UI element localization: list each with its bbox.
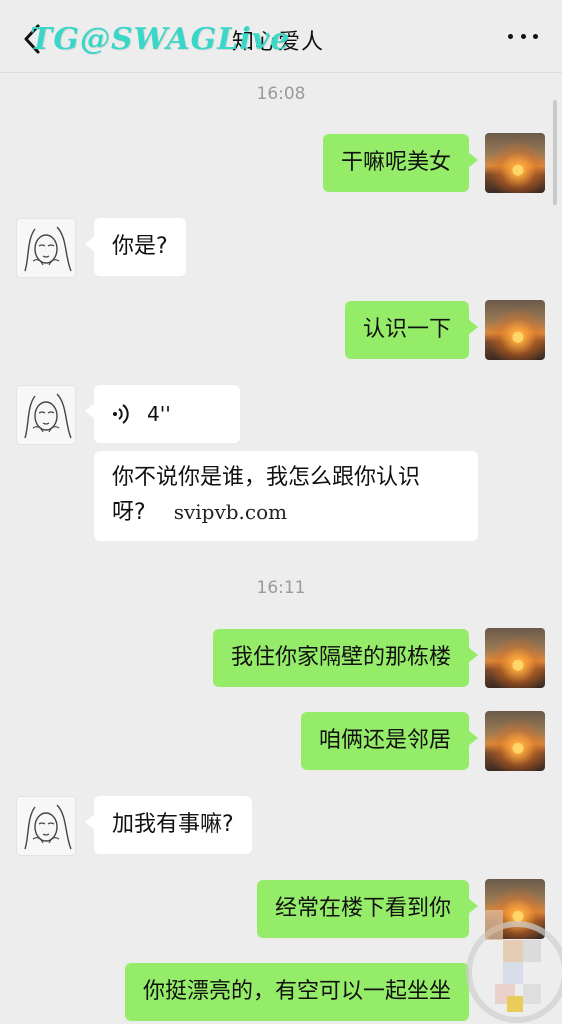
message-line: 呀?	[112, 500, 146, 525]
my-avatar[interactable]	[485, 300, 545, 360]
message-bubble-received[interactable]: 你不说你是谁，我怎么跟你认识 呀? svipvb.com	[94, 451, 478, 541]
more-button[interactable]	[508, 24, 538, 48]
sunset-avatar-image	[485, 711, 545, 771]
message-bubble-sent[interactable]: 干嘛呢美女	[322, 134, 479, 192]
message-line: 你不说你是谁，我怎么跟你认识	[112, 465, 421, 490]
chat-screen: 知心爱人 TG@SWAGLive 16:08 干嘛呢美女 你是? 认识一下 4'…	[0, 0, 562, 1024]
timestamp: 16:11	[256, 578, 306, 598]
message-bubble-received[interactable]: 你是?	[85, 218, 186, 276]
sketch-portrait-icon	[24, 804, 72, 850]
my-avatar[interactable]	[485, 628, 545, 688]
back-button[interactable]	[18, 22, 46, 56]
message-bubble-sent[interactable]: 咱俩还是邻居	[300, 712, 479, 770]
voice-wave-icon	[113, 404, 129, 424]
my-avatar[interactable]	[485, 711, 545, 771]
message-bubble-sent[interactable]: 我住你家隔壁的那栋楼	[212, 629, 479, 687]
message-bubble-sent[interactable]: 认识一下	[344, 301, 479, 359]
sunset-avatar-image	[485, 300, 545, 360]
my-avatar[interactable]	[485, 879, 545, 939]
timestamp: 16:08	[256, 84, 306, 104]
voice-duration: 4''	[147, 402, 171, 426]
sketch-portrait-icon	[24, 393, 72, 439]
chat-title: 知心爱人	[232, 30, 325, 55]
message-bubble-received[interactable]: 加我有事嘛?	[85, 796, 252, 854]
contact-avatar[interactable]	[16, 385, 76, 445]
more-dots-icon	[508, 33, 513, 39]
message-bubble-sent[interactable]: 你挺漂亮的，有空可以一起坐坐	[124, 963, 469, 1021]
chat-header: 知心爱人 TG@SWAGLive	[0, 0, 562, 73]
watermark-url: svipvb.com	[173, 500, 288, 524]
scrollbar[interactable]	[553, 100, 557, 205]
contact-avatar[interactable]	[16, 218, 76, 278]
sunset-avatar-image	[485, 133, 545, 193]
sketch-portrait-icon	[24, 226, 72, 272]
voice-message-bubble[interactable]: 4''	[85, 385, 240, 443]
sunset-avatar-image	[485, 879, 545, 939]
my-avatar[interactable]	[485, 133, 545, 193]
chevron-left-icon	[24, 24, 40, 54]
contact-avatar[interactable]	[16, 796, 76, 856]
message-bubble-sent[interactable]: 经常在楼下看到你	[256, 880, 479, 938]
sunset-avatar-image	[485, 628, 545, 688]
